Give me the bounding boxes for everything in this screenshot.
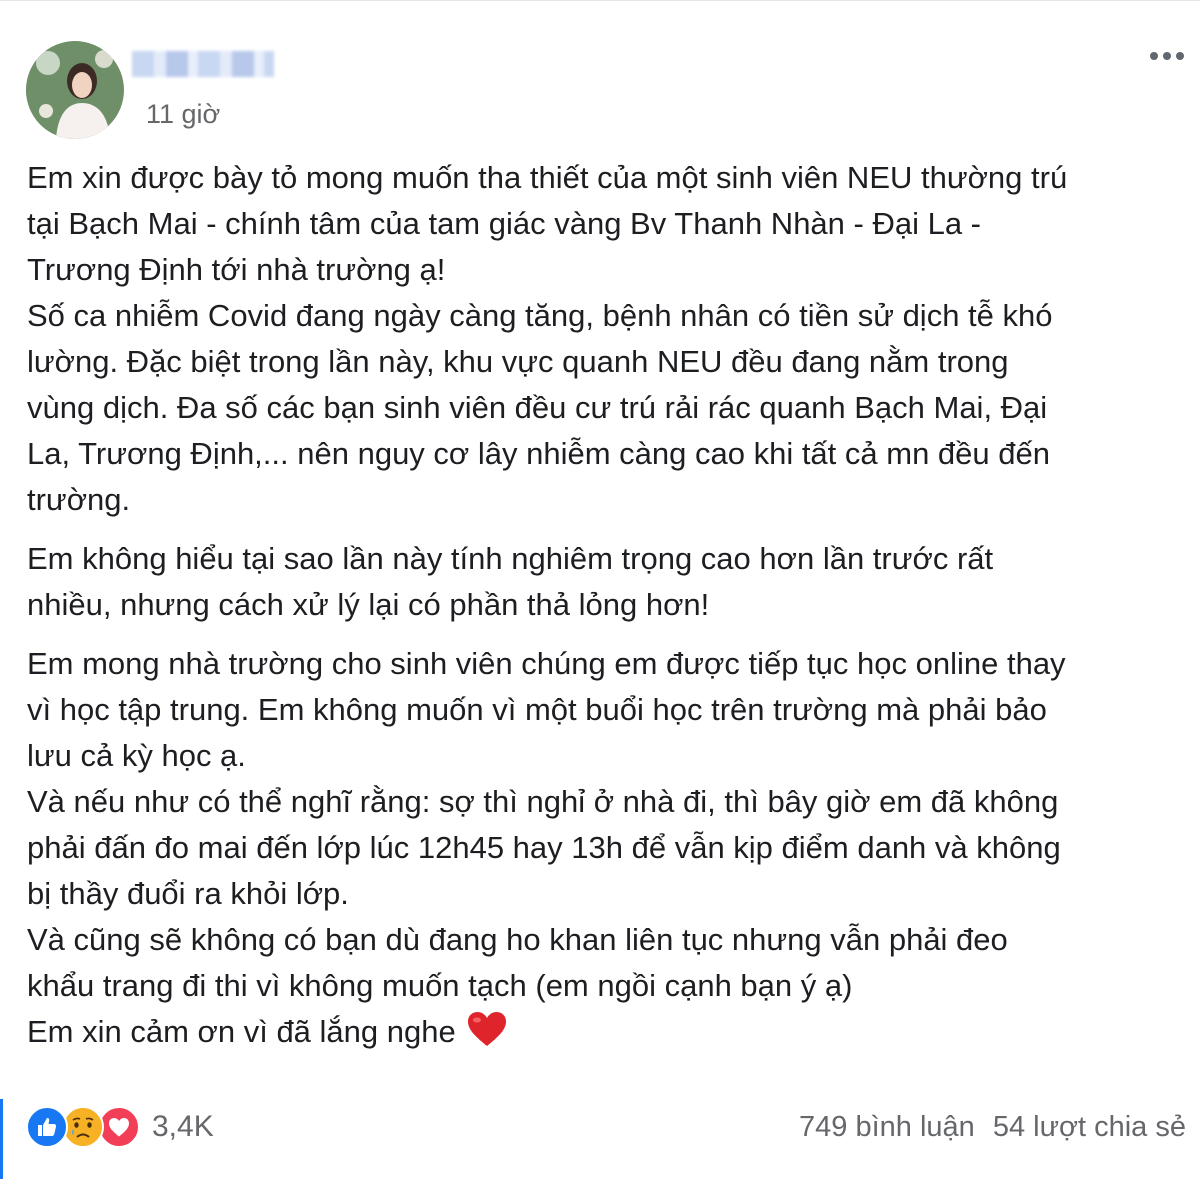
shares-count-link[interactable]: 54 lượt chia sẻ xyxy=(993,1111,1186,1144)
love-icon xyxy=(98,1106,140,1148)
post-timestamp[interactable]: 11 giờ xyxy=(146,99,220,130)
more-options-button[interactable] xyxy=(1144,41,1190,71)
avatar-photo xyxy=(26,41,124,139)
post-paragraph-text: Em mong nhà trường cho sinh viên chúng e… xyxy=(27,646,1066,1049)
reactions-summary[interactable]: 3,4K xyxy=(26,1106,214,1148)
post-paragraph: Em không hiểu tại sao lần này tính nghiê… xyxy=(27,541,994,622)
more-dot-icon xyxy=(1163,52,1171,60)
comments-count-link[interactable]: 749 bình luận xyxy=(799,1111,975,1144)
post-footer: 3,4K 749 bình luận 54 lượt chia sẻ xyxy=(26,1099,1186,1155)
red-heart-icon xyxy=(466,1010,508,1061)
engagement-stats: 749 bình luận 54 lượt chia sẻ xyxy=(799,1111,1186,1144)
more-dot-icon xyxy=(1176,52,1184,60)
post-paragraph: Em xin được bày tỏ mong muốn tha thiết c… xyxy=(27,160,1068,517)
reaction-count[interactable]: 3,4K xyxy=(152,1110,214,1144)
like-icon xyxy=(26,1106,68,1148)
facebook-post: 11 giờ Em xin được bày tỏ mong muốn tha … xyxy=(0,0,1200,1179)
post-paragraph: Em mong nhà trường cho sinh viên chúng e… xyxy=(27,641,1187,1061)
more-dot-icon xyxy=(1150,52,1158,60)
avatar[interactable] xyxy=(26,41,124,139)
sad-icon xyxy=(62,1106,104,1148)
left-accent-bar xyxy=(0,1099,3,1179)
author-name-blurred[interactable] xyxy=(132,51,274,77)
post-body: Em xin được bày tỏ mong muốn tha thiết c… xyxy=(27,155,1187,1074)
